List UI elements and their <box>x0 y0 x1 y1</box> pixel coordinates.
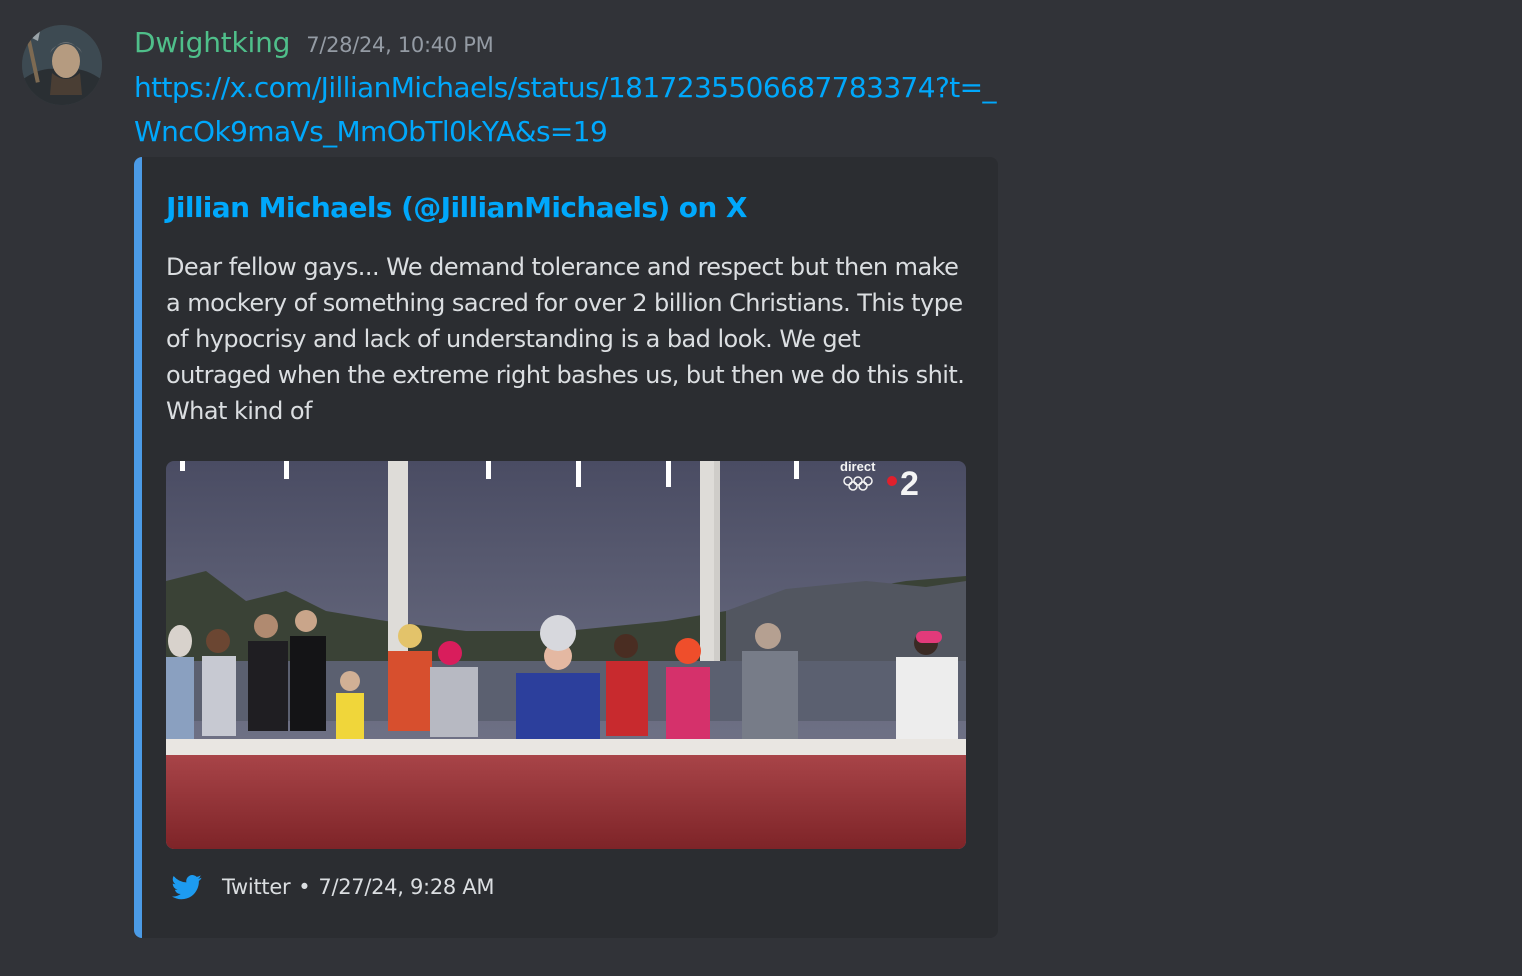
message-link[interactable]: https://x.com/JillianMichaels/status/181… <box>134 66 1014 154</box>
chat-message: Dwightking 7/28/24, 10:40 PM https://x.c… <box>0 0 1522 976</box>
embed-provider: Twitter <box>222 875 291 899</box>
broadcast-channel-logo: 2 <box>900 465 919 503</box>
twitter-bird-icon <box>172 872 202 902</box>
message-header: Dwightking 7/28/24, 10:40 PM <box>134 26 494 66</box>
message-timestamp[interactable]: 7/28/24, 10:40 PM <box>306 33 493 57</box>
link-embed: Jillian Michaels (@JillianMichaels) on X… <box>134 157 998 938</box>
username[interactable]: Dwightking <box>134 26 290 59</box>
embed-footer-timestamp: 7/27/24, 9:28 AM <box>318 875 495 899</box>
embed-description: Dear fellow gays... We demand tolerance … <box>166 253 965 425</box>
photo-thumbnail-icon: direct 2 <box>166 461 966 849</box>
embed-footer: Twitter • 7/27/24, 9:28 AM <box>172 867 495 907</box>
avatar-portrait-icon <box>22 25 102 105</box>
embed-image[interactable]: direct 2 <box>166 461 966 849</box>
embed-title[interactable]: Jillian Michaels (@JillianMichaels) on X <box>166 191 986 224</box>
footer-separator: • <box>298 875 311 899</box>
broadcast-overlay-text: direct <box>840 461 876 474</box>
user-avatar[interactable] <box>22 25 102 105</box>
